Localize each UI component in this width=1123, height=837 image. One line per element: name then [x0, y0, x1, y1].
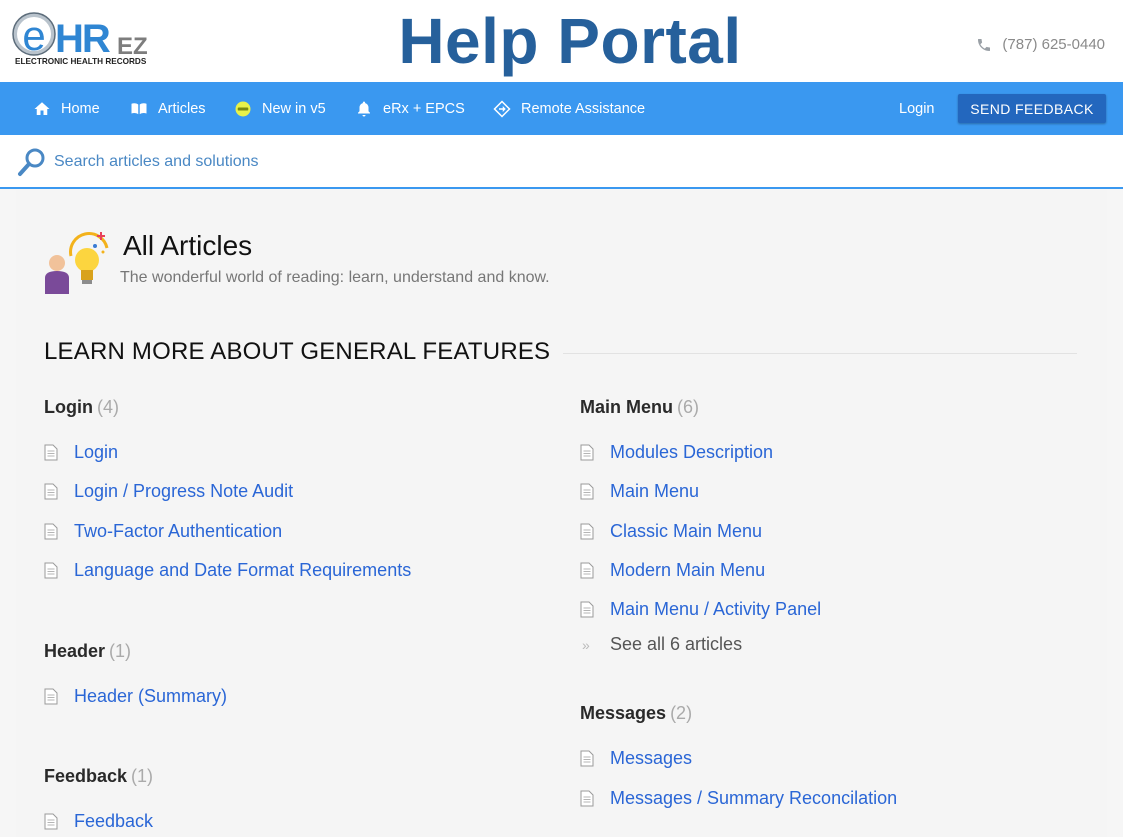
- send-feedback-button[interactable]: SEND FEEDBACK: [958, 94, 1106, 123]
- article-link[interactable]: Main Menu / Activity Panel: [580, 599, 821, 620]
- login-link[interactable]: Login: [899, 82, 934, 135]
- category-name: Main Menu: [580, 397, 673, 417]
- nav-item-new-in-v5[interactable]: New in v5: [234, 82, 326, 135]
- see-all-articles-link[interactable]: » See all 6 articles: [582, 634, 742, 655]
- document-icon: [580, 601, 594, 618]
- article-title: Main Menu / Activity Panel: [610, 599, 822, 619]
- page-subtitle: The wonderful world of reading: learn, u…: [120, 269, 550, 286]
- document-icon: [580, 483, 594, 500]
- article-link[interactable]: Modules Description: [580, 442, 773, 463]
- phone-contact: (787) 625-0440: [976, 36, 1105, 53]
- document-icon: [44, 688, 58, 705]
- document-icon: [44, 523, 58, 540]
- article-link[interactable]: Messages / Summary Reconcilation: [580, 788, 897, 809]
- nav-label-articles: Articles: [158, 100, 206, 117]
- article-title: Login / Progress Note Audit: [74, 481, 294, 501]
- article-link[interactable]: Login: [44, 442, 118, 463]
- bell-icon: [358, 101, 370, 116]
- article-link[interactable]: Modern Main Menu: [580, 560, 765, 581]
- article-title: Login: [74, 442, 119, 462]
- new-badge-icon: [235, 101, 251, 116]
- category-header-title[interactable]: Header (1): [44, 641, 131, 662]
- article-link[interactable]: Header (Summary): [44, 686, 227, 707]
- category-count: (1): [131, 766, 154, 786]
- section-heading: LEARN MORE ABOUT GENERAL FEATURES: [44, 338, 551, 365]
- article-title: Classic Main Menu: [610, 521, 763, 541]
- main-content: [16, 190, 1107, 837]
- top-header: e HR EZ ELECTRONIC HEALTH RECORDS Help P…: [0, 0, 1123, 82]
- article-link[interactable]: Main Menu: [580, 481, 699, 502]
- search-bar: [0, 135, 1123, 189]
- document-icon: [580, 562, 594, 579]
- phone-number: (787) 625-0440: [1002, 36, 1105, 53]
- article-link[interactable]: Login / Progress Note Audit: [44, 481, 293, 502]
- category-login-title[interactable]: Login (4): [44, 397, 119, 418]
- document-icon: [44, 444, 58, 461]
- article-title: Main Menu: [610, 481, 700, 501]
- article-link[interactable]: Messages: [580, 748, 692, 769]
- section-divider: [563, 353, 1077, 354]
- nav-label-erx-epcs: eRx + EPCS: [383, 100, 465, 117]
- category-feedback-title[interactable]: Feedback (1): [44, 766, 153, 787]
- idea-lightbulb-icon: [45, 232, 109, 294]
- document-icon: [580, 444, 594, 461]
- category-count: (6): [677, 397, 699, 417]
- category-main-menu-title[interactable]: Main Menu (6): [580, 397, 699, 418]
- document-icon: [580, 790, 594, 807]
- document-icon: [44, 813, 58, 830]
- article-link[interactable]: Classic Main Menu: [580, 521, 762, 542]
- category-count: (1): [109, 641, 132, 661]
- nav-item-home[interactable]: Home: [33, 82, 100, 135]
- page-title: All Articles: [123, 230, 253, 261]
- category-messages-title[interactable]: Messages (2): [580, 703, 692, 724]
- category-count: (4): [96, 397, 119, 417]
- article-title: Header (Summary): [74, 686, 228, 706]
- article-link[interactable]: Two-Factor Authentication: [44, 521, 282, 542]
- phone-icon: [978, 38, 991, 51]
- document-icon: [580, 750, 594, 767]
- article-title: Language and Date Format Requirements: [74, 560, 412, 580]
- nav-label-remote-assistance: Remote Assistance: [521, 100, 646, 117]
- double-chevron-right-icon: »: [582, 636, 590, 653]
- nav-item-remote-assistance[interactable]: Remote Assistance: [493, 82, 645, 135]
- document-icon: [580, 523, 594, 540]
- nav-item-erx-epcs[interactable]: eRx + EPCS: [355, 82, 465, 135]
- main-navbar: Home Articles New in v5 eRx + EPCS Remot…: [0, 82, 1123, 135]
- book-icon: [131, 102, 147, 114]
- article-link[interactable]: Feedback: [44, 811, 153, 832]
- search-icon: [18, 148, 45, 176]
- category-count: (2): [670, 703, 693, 723]
- home-icon: [34, 101, 50, 115]
- category-name: Header: [44, 641, 106, 661]
- nav-label-home: Home: [61, 100, 100, 117]
- see-all-label: See all 6 articles: [610, 634, 743, 654]
- category-name: Messages: [580, 703, 667, 723]
- article-title: Feedback: [74, 811, 154, 831]
- article-title: Messages: [610, 748, 693, 768]
- diamond-arrow-icon: [493, 99, 511, 118]
- category-name: Feedback: [44, 766, 128, 786]
- article-title: Messages / Summary Reconcilation: [610, 788, 898, 808]
- search-input[interactable]: [54, 145, 1094, 179]
- nav-label-new-in-v5: New in v5: [262, 100, 326, 117]
- article-title: Two-Factor Authentication: [74, 521, 283, 541]
- document-icon: [44, 483, 58, 500]
- article-title: Modern Main Menu: [610, 560, 766, 580]
- portal-title: Help Portal: [398, 5, 742, 77]
- nav-item-articles[interactable]: Articles: [130, 82, 206, 135]
- article-title: Modules Description: [610, 442, 774, 462]
- category-name: Login: [44, 397, 93, 417]
- article-link[interactable]: Language and Date Format Requirements: [44, 560, 411, 581]
- document-icon: [44, 562, 58, 579]
